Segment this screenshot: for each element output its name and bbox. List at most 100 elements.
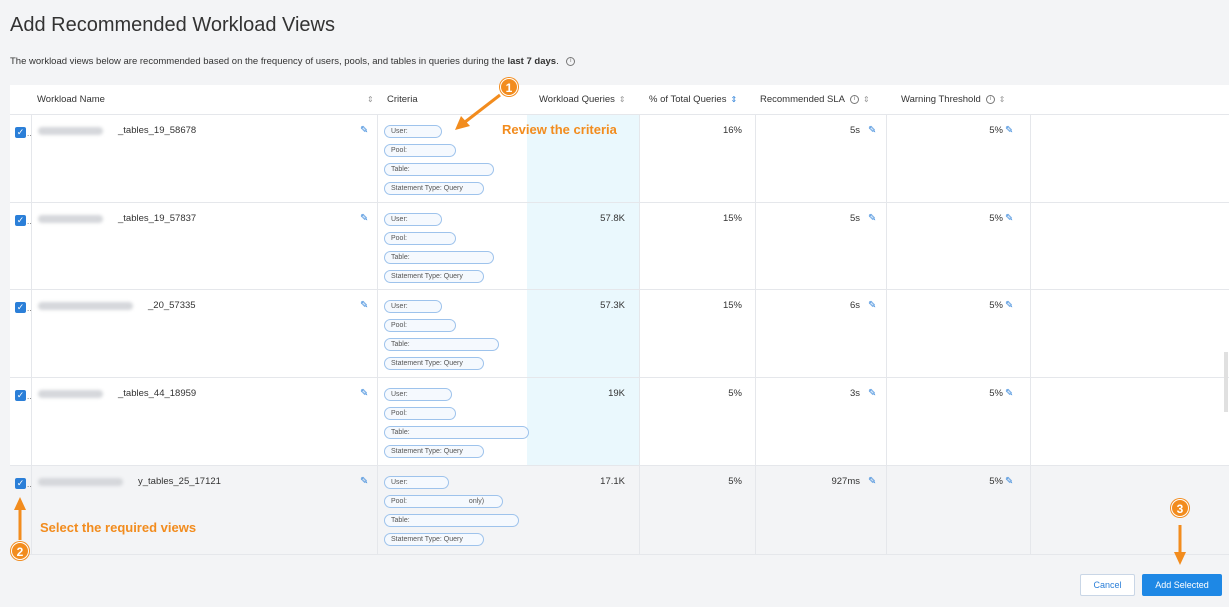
redacted-name-prefix xyxy=(38,127,103,135)
workload-name: _tables_44_18959 xyxy=(118,388,197,399)
warning-threshold-value: 5% xyxy=(989,213,1003,224)
cell-divider xyxy=(755,378,756,465)
cell-divider xyxy=(639,378,640,465)
workload-queries-value: 19K xyxy=(608,388,625,399)
edit-name-icon[interactable]: ✎ xyxy=(360,476,368,487)
table-row[interactable]: ✓ .. _tables_44_18959 ✎ User: Pool: Tabl… xyxy=(10,378,1229,466)
edit-name-icon[interactable]: ✎ xyxy=(360,300,368,311)
edit-sla-icon[interactable]: ✎ xyxy=(868,213,876,224)
redacted-name-prefix xyxy=(38,478,123,486)
page-subtitle: The workload views below are recommended… xyxy=(10,56,576,67)
row-checkbox-overflow: .. xyxy=(27,392,32,401)
col-workload-queries[interactable]: Workload Queries ⇕ xyxy=(539,85,626,115)
info-icon[interactable]: i xyxy=(850,94,860,104)
sort-icon[interactable]: ⇕ xyxy=(367,85,374,115)
criteria-table: Table: xyxy=(384,514,519,527)
sort-icon[interactable]: ⇕ xyxy=(999,95,1006,104)
cell-divider xyxy=(886,378,887,465)
edit-threshold-icon[interactable]: ✎ xyxy=(1005,476,1013,487)
col-recommended-sla[interactable]: Recommended SLA i ⇕ xyxy=(760,85,870,115)
row-checkbox[interactable]: ✓ xyxy=(15,302,26,313)
sla-value: 6s xyxy=(849,300,860,311)
criteria-statement-type: Statement Type: Query xyxy=(384,445,484,458)
cell-divider xyxy=(31,203,32,289)
cell-divider xyxy=(755,290,756,377)
edit-sla-icon[interactable]: ✎ xyxy=(868,300,876,311)
col-pct-total[interactable]: % of Total Queries ⇕ xyxy=(649,85,737,115)
table-row[interactable]: ✓ .. _tables_19_58678 ✎ User: Pool: Tabl… xyxy=(10,115,1229,203)
cell-divider xyxy=(755,115,756,202)
sort-icon[interactable]: ⇕ xyxy=(619,95,626,104)
edit-sla-icon[interactable]: ✎ xyxy=(868,388,876,399)
cell-divider xyxy=(1030,466,1031,554)
sla-value: 3s xyxy=(849,388,860,399)
pool-suffix: only) xyxy=(468,498,485,505)
pct-total-value: 5% xyxy=(728,388,742,399)
pct-total-value: 15% xyxy=(722,300,742,311)
table-row[interactable]: ✓ .. _20_57335 ✎ User: Pool: Table: Stat… xyxy=(10,290,1229,378)
cell-divider xyxy=(377,203,378,289)
criteria-table: Table: xyxy=(384,426,529,439)
cell-divider xyxy=(1030,115,1031,202)
info-icon[interactable]: i xyxy=(985,94,995,104)
workload-queries-value: 57.8K xyxy=(600,213,625,224)
criteria-statement-type: Statement Type: Query xyxy=(384,182,484,195)
workload-name: y_tables_25_17121 xyxy=(138,476,221,487)
criteria-user: User: xyxy=(384,300,442,313)
cell-divider xyxy=(377,115,378,202)
edit-sla-icon[interactable]: ✎ xyxy=(868,476,876,487)
cell-divider xyxy=(377,378,378,465)
cell-divider xyxy=(886,466,887,554)
annotation-review-criteria: Review the criteria xyxy=(502,122,617,137)
redacted-name-prefix xyxy=(38,215,103,223)
warning-threshold-value: 5% xyxy=(989,388,1003,399)
row-checkbox[interactable]: ✓ xyxy=(15,478,26,489)
annotation-select-views: Select the required views xyxy=(40,520,197,535)
row-checkbox-overflow: .. xyxy=(27,304,32,313)
row-checkbox-overflow: .. xyxy=(27,129,32,138)
sort-desc-icon[interactable]: ⇕ xyxy=(730,95,737,104)
info-icon[interactable]: i xyxy=(566,56,576,66)
row-checkbox[interactable]: ✓ xyxy=(15,127,26,138)
cell-divider xyxy=(1030,378,1031,465)
sla-value: 5s xyxy=(849,213,860,224)
cell-divider xyxy=(377,466,378,554)
cell-divider xyxy=(886,203,887,289)
row-checkbox[interactable]: ✓ xyxy=(15,215,26,226)
cell-divider xyxy=(755,203,756,289)
criteria-user: User: xyxy=(384,388,452,401)
warning-threshold-value: 5% xyxy=(989,125,1003,136)
criteria-user: User: xyxy=(384,125,442,138)
workload-queries-value: 57.3K xyxy=(600,300,625,311)
redacted-name-prefix xyxy=(38,302,133,310)
table-row[interactable]: ✓ .. _tables_19_57837 ✎ User: Pool: Tabl… xyxy=(10,203,1229,290)
table-row[interactable]: ✓ .. y_tables_25_17121 ✎ User: Pool: onl… xyxy=(10,466,1229,555)
col-warning-threshold[interactable]: Warning Threshold i ⇕ xyxy=(901,85,1005,115)
row-checkbox-overflow: .. xyxy=(27,480,32,489)
cancel-button[interactable]: Cancel xyxy=(1080,574,1135,596)
row-checkbox[interactable]: ✓ xyxy=(15,390,26,401)
edit-name-icon[interactable]: ✎ xyxy=(360,125,368,136)
cell-divider xyxy=(639,466,640,554)
workload-queries-value: 17.1K xyxy=(600,476,625,487)
scrollbar[interactable] xyxy=(1224,352,1228,412)
callout-1: 1 xyxy=(500,78,518,96)
edit-threshold-icon[interactable]: ✎ xyxy=(1005,213,1013,224)
warning-threshold-value: 5% xyxy=(989,300,1003,311)
edit-threshold-icon[interactable]: ✎ xyxy=(1005,125,1013,136)
criteria-pool: Pool: xyxy=(384,144,456,157)
add-selected-button[interactable]: Add Selected xyxy=(1142,574,1222,596)
edit-threshold-icon[interactable]: ✎ xyxy=(1005,300,1013,311)
edit-name-icon[interactable]: ✎ xyxy=(360,213,368,224)
criteria-statement-type: Statement Type: Query xyxy=(384,533,484,546)
edit-threshold-icon[interactable]: ✎ xyxy=(1005,388,1013,399)
callout-3: 3 xyxy=(1171,499,1189,517)
col-workload-name: Workload Name xyxy=(37,94,105,105)
cell-divider xyxy=(886,115,887,202)
criteria-statement-type: Statement Type: Query xyxy=(384,270,484,283)
edit-sla-icon[interactable]: ✎ xyxy=(868,125,876,136)
pct-total-value: 16% xyxy=(722,125,742,136)
edit-name-icon[interactable]: ✎ xyxy=(360,388,368,399)
sort-icon[interactable]: ⇕ xyxy=(863,95,870,104)
cell-divider xyxy=(639,290,640,377)
